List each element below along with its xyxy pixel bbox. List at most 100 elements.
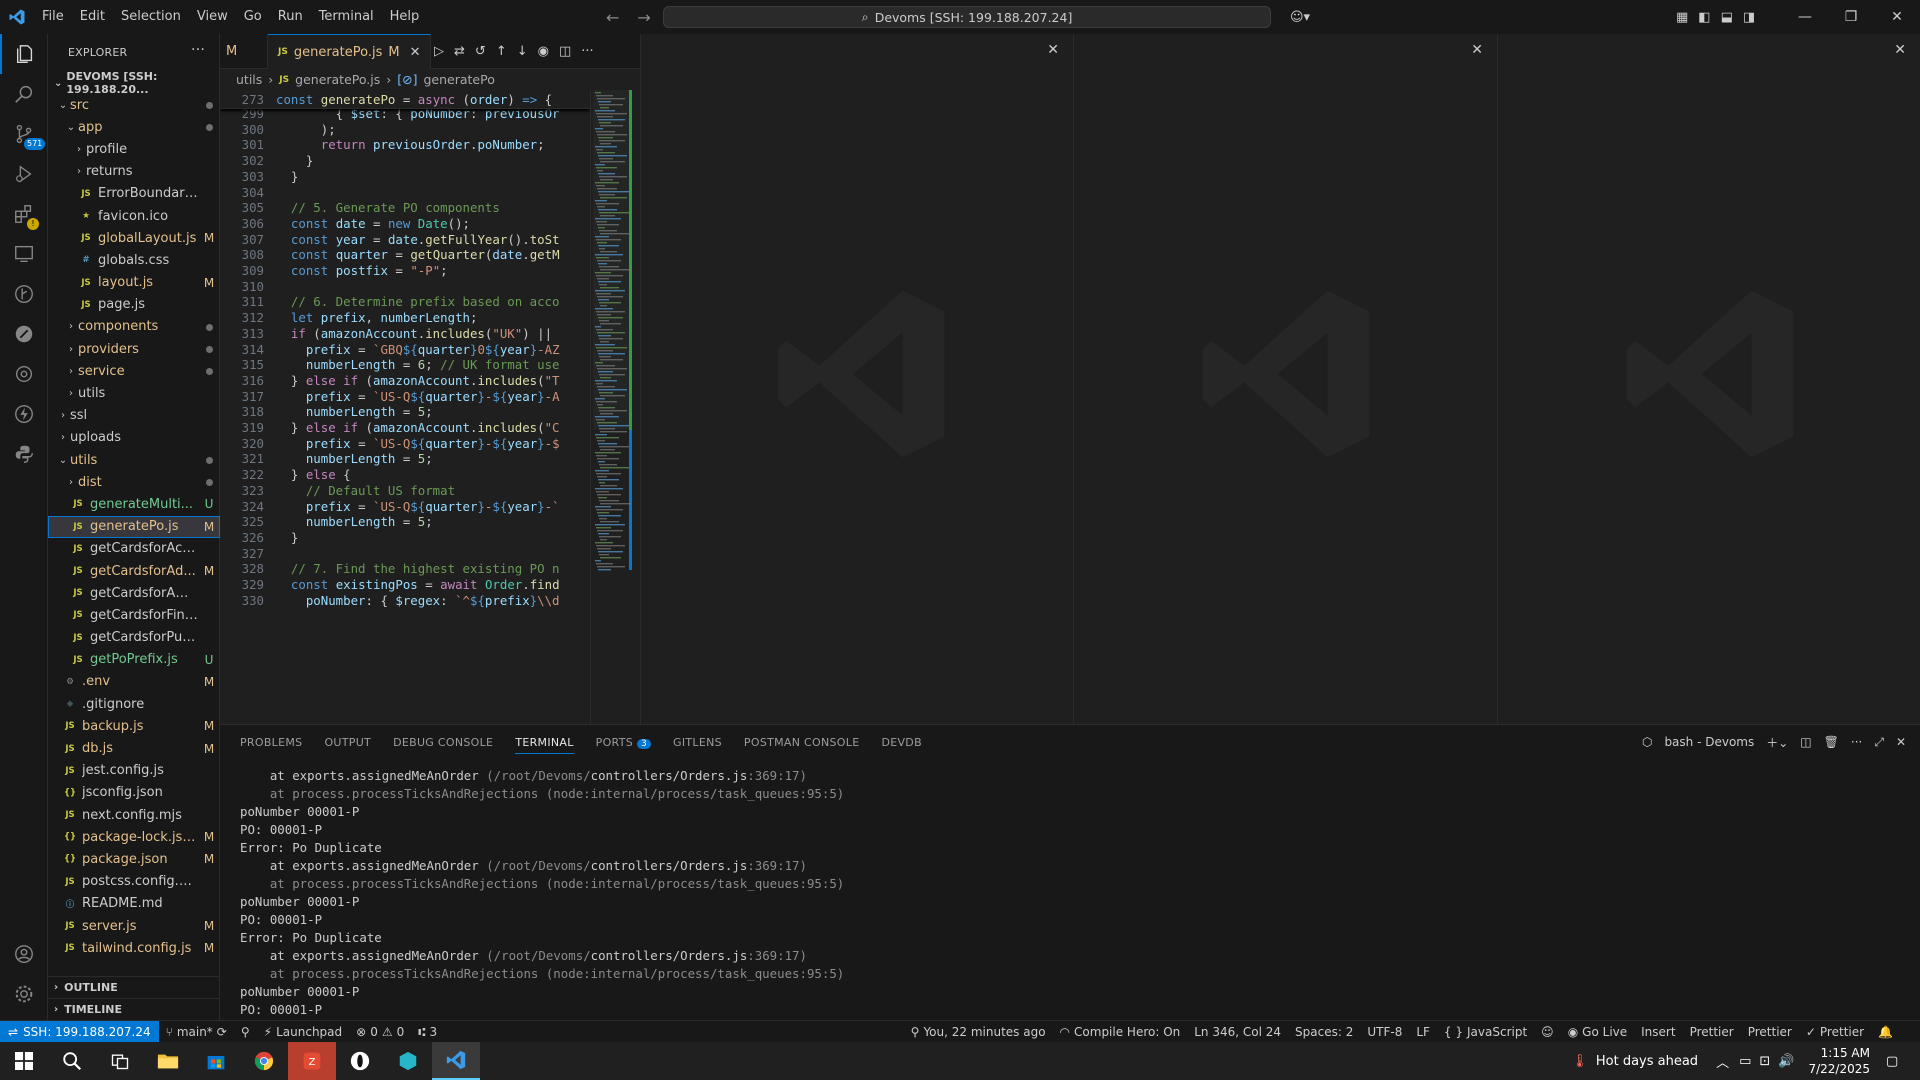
menu-view[interactable]: View <box>189 0 236 34</box>
windows-start-icon[interactable] <box>0 1042 48 1080</box>
cursor-position[interactable]: Ln 346, Col 24 <box>1187 1025 1288 1039</box>
go-live-status[interactable]: ◉ Go Live <box>1561 1025 1634 1039</box>
remote-indicator[interactable]: ⇌ SSH: 199.188.207.24 <box>0 1020 159 1043</box>
notification-center-icon[interactable]: ▢ <box>1886 1054 1916 1069</box>
maximize-panel-icon[interactable]: ⤢ <box>1874 735 1884 750</box>
previous-tab[interactable]: M <box>220 34 268 69</box>
blame-status[interactable]: ⚲ You, 22 minutes ago <box>904 1025 1053 1039</box>
code-line[interactable]: 304 <box>220 185 590 201</box>
toggle-secondary-sidebar-icon[interactable]: ◨ <box>1743 10 1755 25</box>
code-line[interactable]: 323 // Default US format <box>220 483 590 499</box>
terminal-output[interactable]: at exports.assignedMeAnOrder (/root/Devo… <box>240 767 844 1019</box>
folder-row[interactable]: ⌄ src <box>48 94 220 116</box>
file-row[interactable]: {} jsconfig.json <box>48 782 220 804</box>
search-icon[interactable] <box>0 74 48 114</box>
ports-status[interactable]: ⑆ 3 <box>411 1025 444 1039</box>
file-row[interactable]: {} package-lock.json M <box>48 826 220 848</box>
file-row[interactable]: ◆ .gitignore <box>48 693 220 715</box>
folder-row[interactable]: › dist <box>48 471 220 493</box>
code-line[interactable]: 310 <box>220 279 590 295</box>
file-row[interactable]: JS db.js M <box>48 737 220 759</box>
file-row[interactable]: JS tailwind.config.js M <box>48 937 220 959</box>
code-line[interactable]: 314 prefix = `GBQ${quarter}0${year}-AZ <box>220 342 590 358</box>
task-view-icon[interactable] <box>96 1042 144 1080</box>
branch-status[interactable]: ⑂ main* ⟳ <box>159 1025 234 1039</box>
code-line[interactable]: 320 prefix = `US-Q${quarter}-${year}-$ <box>220 436 590 452</box>
minimap[interactable] <box>590 90 640 724</box>
file-row[interactable]: ★ favicon.ico <box>48 205 220 227</box>
split-terminal-icon[interactable]: ◫ <box>1800 735 1811 749</box>
back-arrow-icon[interactable]: ← <box>606 8 619 27</box>
file-explorer-icon[interactable] <box>144 1042 192 1080</box>
panel-tab-gitlens[interactable]: GITLENS <box>673 736 722 749</box>
code-line[interactable]: 316 } else if (amazonAccount.includes("T <box>220 373 590 389</box>
sticky-scroll-line[interactable]: 273 const generatePo = async (order) => { <box>220 90 590 110</box>
kill-terminal-icon[interactable]: 🗑 <box>1824 735 1839 749</box>
file-row[interactable]: JS backup.js M <box>48 715 220 737</box>
gitlens-icon[interactable] <box>0 274 48 314</box>
file-row[interactable]: JS generatePo.js M <box>48 515 220 538</box>
restore-icon[interactable]: ❐ <box>1828 0 1874 34</box>
folder-row[interactable]: › service <box>48 360 220 382</box>
run-debug-icon[interactable] <box>0 154 48 194</box>
menu-help[interactable]: Help <box>382 0 428 34</box>
zoho-app-icon[interactable]: Z <box>288 1042 336 1080</box>
accounts-icon[interactable] <box>0 934 48 974</box>
prettier-status-1[interactable]: Prettier <box>1683 1025 1741 1039</box>
close-group-icon[interactable]: ✕ <box>1471 42 1483 58</box>
file-row[interactable]: JS layout.js M <box>48 272 220 294</box>
close-group-icon[interactable]: ✕ <box>1047 42 1059 58</box>
app-dark-icon[interactable] <box>336 1042 384 1080</box>
network-icon[interactable]: ⊡ <box>1759 1054 1770 1069</box>
code-line[interactable]: 318 numberLength = 5; <box>220 404 590 420</box>
code-editor[interactable]: 273 const generatePo = async (order) => {… <box>220 90 590 724</box>
file-row[interactable]: JS page.js <box>48 294 220 316</box>
gitlens-status[interactable]: ⚲ <box>234 1025 257 1039</box>
vscode-taskbar-icon[interactable] <box>432 1042 480 1080</box>
thunder-client-icon[interactable] <box>0 394 48 434</box>
file-row[interactable]: JS getPoPrefix.js U <box>48 649 220 671</box>
folder-row[interactable]: › components <box>48 316 220 338</box>
code-line[interactable]: 330 poNumber: { $regex: `^${prefix}\\d <box>220 593 590 609</box>
previous-change-icon[interactable]: ↑ <box>496 44 507 59</box>
postman-icon[interactable] <box>0 314 48 354</box>
close-tab-icon[interactable]: ✕ <box>410 45 421 60</box>
file-row[interactable]: JS postcss.config.mjs <box>48 871 220 893</box>
code-line[interactable]: 315 numberLength = 6; // UK format use <box>220 357 590 373</box>
copilot-status[interactable]: ☺ <box>1534 1025 1561 1039</box>
end-of-line[interactable]: LF <box>1409 1025 1437 1039</box>
compile-hero-status[interactable]: ◠ Compile Hero: On <box>1053 1025 1188 1039</box>
more-editor-actions-icon[interactable]: ··· <box>581 44 593 59</box>
panel-tab-problems[interactable]: PROBLEMS <box>240 736 302 749</box>
panel-tab-debug-console[interactable]: DEBUG CONSOLE <box>393 736 493 749</box>
code-line[interactable]: 300 ); <box>220 122 590 138</box>
file-row[interactable]: JS globalLayout.js M <box>48 227 220 249</box>
launchpad-status[interactable]: ⚡ Launchpad <box>257 1025 349 1039</box>
compare-changes-icon[interactable]: ⇄ <box>454 44 465 59</box>
code-line[interactable]: 311 // 6. Determine prefix based on acco <box>220 294 590 310</box>
file-row[interactable]: # globals.css <box>48 249 220 271</box>
panel-tab-ports[interactable]: PORTS 3 <box>596 736 652 749</box>
file-row[interactable]: JS server.js M <box>48 915 220 937</box>
folder-row[interactable]: › profile <box>48 138 220 160</box>
more-panel-actions-icon[interactable]: ··· <box>1851 735 1862 749</box>
timeline-section[interactable]: › TIMELINE <box>48 998 220 1020</box>
run-icon[interactable]: ▷ <box>434 44 444 59</box>
menu-edit[interactable]: Edit <box>72 0 113 34</box>
new-terminal-icon[interactable]: ＋⌄ <box>1766 734 1788 751</box>
close-window-icon[interactable]: ✕ <box>1874 0 1920 34</box>
weather-label[interactable]: Hot days ahead <box>1596 1054 1698 1069</box>
panel-tab-terminal[interactable]: TERMINAL <box>515 731 574 754</box>
breadcrumb-folder[interactable]: utils <box>236 72 262 87</box>
copilot-icon[interactable]: ☺▾ <box>1280 10 1320 25</box>
code-line[interactable]: 321 numberLength = 5; <box>220 451 590 467</box>
taskbar-search-icon[interactable] <box>48 1042 96 1080</box>
forward-arrow-icon[interactable]: → <box>637 8 650 27</box>
code-line[interactable]: 329 const existingPos = await Order.find <box>220 577 590 593</box>
file-row[interactable]: ⓘ README.md <box>48 893 220 915</box>
encoding[interactable]: UTF-8 <box>1360 1025 1409 1039</box>
split-editor-icon[interactable]: ◫ <box>559 44 571 59</box>
remote-explorer-icon[interactable] <box>0 234 48 274</box>
code-line[interactable]: 307 const year = date.getFullYear().toSt <box>220 232 590 248</box>
code-line[interactable]: 308 const quarter = getQuarter(date.getM <box>220 247 590 263</box>
